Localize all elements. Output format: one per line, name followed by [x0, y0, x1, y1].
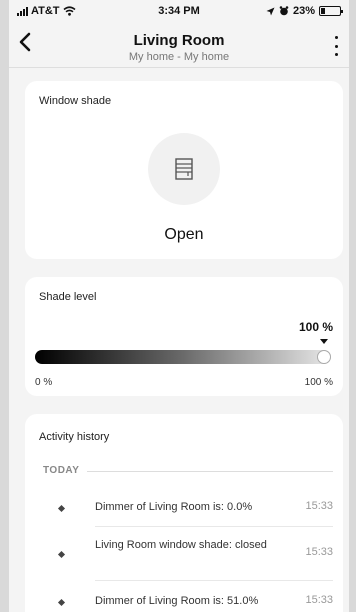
shade-level-min-label: 0 %	[35, 377, 53, 388]
status-right: 23%	[266, 5, 343, 17]
shade-level-value: 100 %	[298, 320, 333, 334]
divider	[87, 471, 333, 472]
activity-history-card: Activity history TODAY Dimmer of Living …	[25, 414, 343, 612]
shade-state-label: Open	[164, 226, 204, 243]
diamond-bullet-icon	[57, 550, 66, 559]
shade-toggle-button[interactable]	[148, 133, 220, 205]
shade-level-card-title: Shade level	[39, 291, 97, 303]
activity-item-time: 15:33	[305, 594, 333, 606]
page-title: Living Room	[133, 32, 225, 49]
phone-screen: AT&T 3:34 PM 23% Living Room My home - M…	[9, 0, 349, 612]
activity-item-text: Living Room window shade: closed	[95, 539, 267, 551]
divider	[95, 526, 333, 527]
battery-icon	[319, 6, 343, 16]
location-icon	[266, 7, 275, 15]
level-caret-icon	[320, 339, 328, 344]
window-shade-icon	[175, 158, 193, 180]
activity-item-time: 15:33	[305, 546, 333, 558]
window-shade-card-title: Window shade	[39, 95, 112, 107]
status-bar: AT&T 3:34 PM 23%	[9, 0, 349, 22]
diamond-bullet-icon	[57, 504, 66, 513]
divider	[95, 580, 333, 581]
more-options-button[interactable]	[333, 36, 339, 56]
shade-level-card: Shade level 100 % 0 % 100 %	[25, 277, 343, 396]
activity-item-text: Dimmer of Living Room is: 0.0%	[95, 501, 253, 513]
shade-level-slider-thumb[interactable]	[317, 350, 331, 364]
window-shade-card: Window shade Open	[25, 81, 343, 259]
top-nav: Living Room My home - My home	[9, 22, 349, 68]
activity-history-title: Activity history	[39, 431, 110, 443]
alarm-icon	[279, 6, 289, 16]
page-subtitle: My home - My home	[128, 51, 230, 63]
shade-level-max-label: 100 %	[304, 377, 333, 388]
shade-level-slider[interactable]	[35, 350, 331, 364]
battery-percent: 23%	[292, 5, 315, 17]
activity-item-text: Dimmer of Living Room is: 51.0%	[95, 595, 259, 607]
activity-item-time: 15:33	[305, 500, 333, 512]
more-vertical-icon	[334, 36, 338, 39]
diamond-bullet-icon	[57, 598, 66, 607]
activity-group-label: TODAY	[43, 465, 80, 476]
